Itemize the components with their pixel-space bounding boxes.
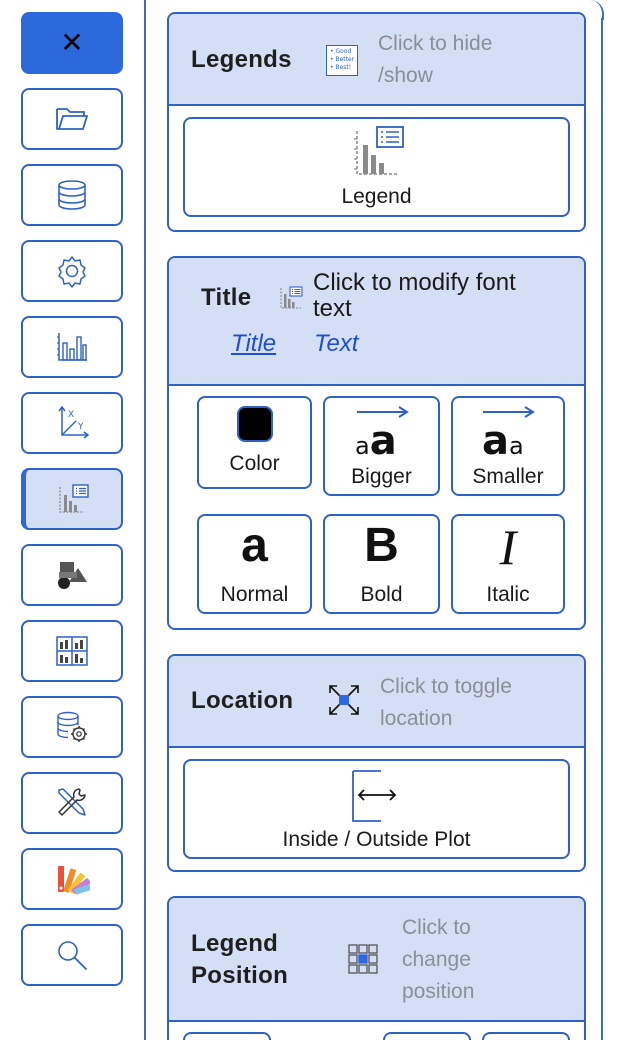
search-icon <box>55 938 89 972</box>
position-grid-icon <box>348 944 378 979</box>
legend-position-title: Legend Position <box>191 928 288 992</box>
legends-hint-line2: /show <box>378 64 433 87</box>
sidebar-item-legend[interactable] <box>21 468 123 530</box>
color-button[interactable]: Color <box>197 396 312 489</box>
smaller-glyph: aa <box>482 418 524 464</box>
sidebar: ✕ XY <box>0 0 144 1040</box>
legend-chart-icon <box>352 125 406 184</box>
legend-small-icon <box>278 285 304 316</box>
italic-button[interactable]: I Italic <box>451 514 565 614</box>
content-frame-corner <box>590 0 604 20</box>
italic-glyph: I <box>499 519 517 575</box>
legend-position-title-line1: Legend <box>191 930 279 957</box>
legend-position-header[interactable]: Legend Position Click to change position <box>169 898 584 1022</box>
close-button[interactable]: ✕ <box>21 12 123 74</box>
position-button-right[interactable] <box>482 1032 570 1040</box>
color-button-label: Color <box>229 452 280 475</box>
legend-badge-item: • Best! <box>330 64 352 71</box>
legends-hint-line1: Click to hide <box>378 32 493 55</box>
bigger-button[interactable]: aa Bigger <box>323 396 440 496</box>
inside-outside-label: Inside / Outside Plot <box>282 828 471 851</box>
tools-icon <box>55 786 89 820</box>
legend-position-hint: Click to change position <box>402 912 474 1008</box>
toggle-location-icon <box>327 683 361 722</box>
sidebar-item-settings[interactable] <box>21 240 123 302</box>
location-hint-line1: Click to toggle <box>380 675 512 698</box>
title-hint-line1: Click to modify font <box>313 269 516 296</box>
sidebar-item-data-settings[interactable] <box>21 696 123 758</box>
legend-position-hint-line2: change <box>402 948 471 971</box>
legend-badge-item: • Better <box>330 56 355 63</box>
svg-text:X: X <box>68 410 74 420</box>
sidebar-item-chart[interactable] <box>21 316 123 378</box>
location-hint: Click to toggle location <box>380 671 512 735</box>
title-header[interactable]: Title Click to modify font text Title Te… <box>169 258 584 386</box>
sidebar-item-data[interactable] <box>21 164 123 226</box>
legend-position-title-line2: Position <box>191 962 289 989</box>
legend-toggle-button[interactable]: Legend <box>183 117 570 217</box>
position-button-center[interactable] <box>383 1032 471 1040</box>
legend-icon <box>57 483 91 515</box>
inside-outside-icon <box>351 769 399 828</box>
location-hint-line2: location <box>380 707 453 730</box>
image-shapes-icon <box>55 558 89 592</box>
normal-glyph: a <box>241 519 268 572</box>
svg-text:Y: Y <box>77 422 84 432</box>
tab-title[interactable]: Title <box>231 330 276 358</box>
position-button-left[interactable] <box>183 1032 271 1040</box>
xy-axes-icon: XY <box>54 405 90 441</box>
location-title: Location <box>191 687 294 714</box>
legend-position-hint-line1: Click to <box>402 916 471 939</box>
title-panel: Title Click to modify font text Title Te… <box>167 256 586 630</box>
sidebar-item-palette[interactable] <box>21 848 123 910</box>
sidebar-item-search[interactable] <box>21 924 123 986</box>
legends-panel: Legends • Good • Better • Best! Click to… <box>167 12 586 232</box>
database-settings-icon <box>55 710 89 744</box>
sidebar-item-open[interactable] <box>21 88 123 150</box>
legend-button-label: Legend <box>341 185 412 208</box>
legend-settings-window: ✕ XY Legends • Good • Better • Best! Cli… <box>0 0 620 1040</box>
bigger-button-label: Bigger <box>351 465 412 488</box>
close-icon: ✕ <box>60 26 84 59</box>
database-icon <box>56 179 88 211</box>
bold-button[interactable]: B Bold <box>323 514 440 614</box>
location-header[interactable]: Location Click to toggle location <box>169 656 584 748</box>
bold-button-label: Bold <box>360 583 403 606</box>
title-hint-line2: text <box>313 295 352 322</box>
legend-position-panel: Legend Position Click to change position <box>167 896 586 1040</box>
sidebar-item-tools[interactable] <box>21 772 123 834</box>
smaller-button-label: Smaller <box>472 465 544 488</box>
title-heading: Title <box>201 284 252 311</box>
bigger-glyph: aa <box>355 418 397 464</box>
legends-hint: Click to hide /show <box>378 28 492 92</box>
legend-position-hint-line3: position <box>402 980 475 1003</box>
inside-outside-button[interactable]: Inside / Outside Plot <box>183 759 570 859</box>
tab-text[interactable]: Text <box>314 330 358 358</box>
sidebar-divider <box>144 0 146 1040</box>
title-hint: Click to modify font text <box>313 270 516 322</box>
color-swatch <box>237 406 273 442</box>
legend-badge-item: • Good <box>330 48 352 55</box>
normal-button-label: Normal <box>220 583 289 606</box>
legends-header[interactable]: Legends • Good • Better • Best! Click to… <box>169 14 584 106</box>
bold-glyph: B <box>364 519 399 572</box>
color-palette-icon <box>54 862 90 896</box>
location-panel: Location Click to toggle location Inside… <box>167 654 586 872</box>
sidebar-item-images[interactable] <box>21 544 123 606</box>
italic-button-label: Italic <box>486 583 530 606</box>
bar-chart-icon <box>55 331 89 363</box>
legends-title: Legends <box>191 46 292 73</box>
gear-icon <box>55 254 89 288</box>
content-frame-edge <box>601 18 603 1040</box>
smaller-button[interactable]: aa Smaller <box>451 396 565 496</box>
legend-badge-icon: • Good • Better • Best! <box>326 45 358 76</box>
sidebar-item-axes[interactable]: XY <box>21 392 123 454</box>
folder-open-icon <box>55 105 89 133</box>
sidebar-item-grid[interactable] <box>21 620 123 682</box>
grid-charts-icon <box>55 635 89 667</box>
normal-button[interactable]: a Normal <box>197 514 312 614</box>
